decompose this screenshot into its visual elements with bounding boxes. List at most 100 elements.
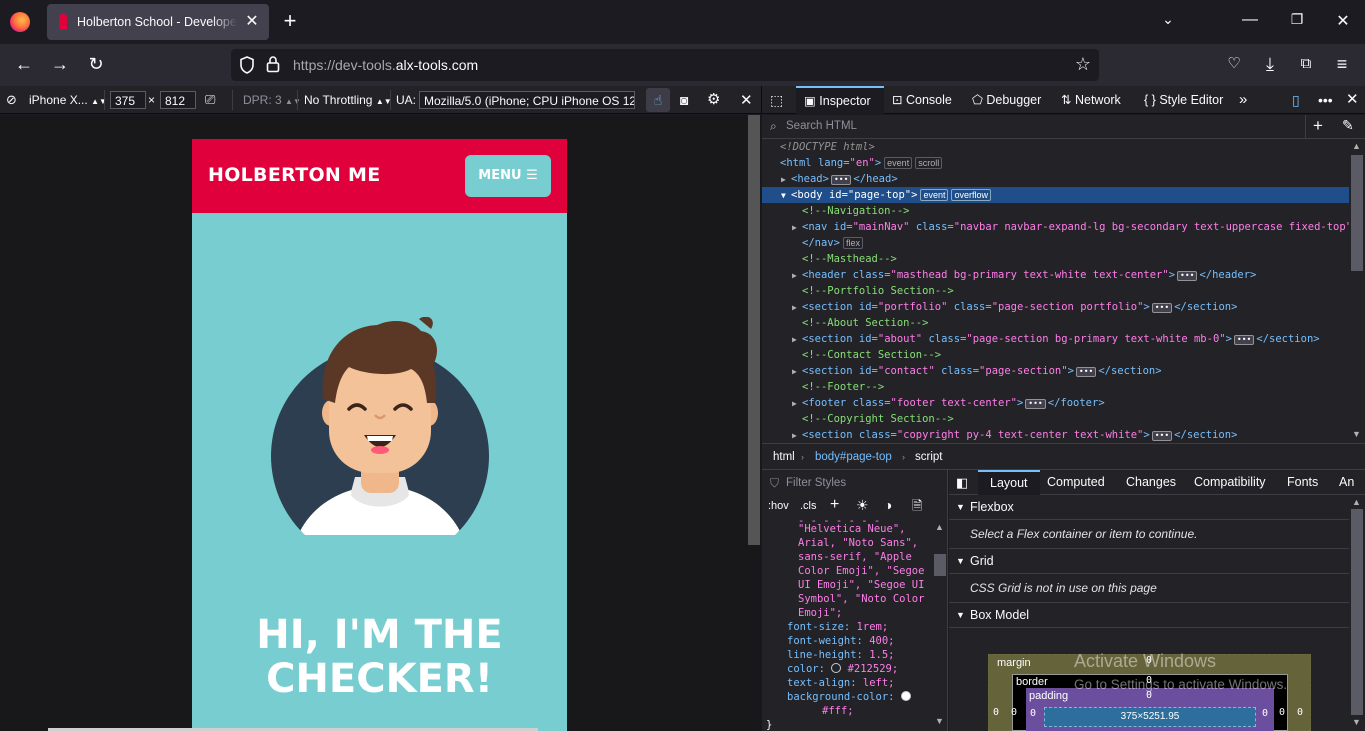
markup-line[interactable]: <!--Footer--> bbox=[762, 379, 1349, 395]
close-icon[interactable]: ✕ bbox=[740, 91, 753, 109]
bookmark-star-icon[interactable]: ☆ bbox=[1075, 54, 1091, 75]
back-arrow-icon[interactable]: ← bbox=[12, 54, 36, 74]
markup-line[interactable]: ▶ <header class="masthead bg-primary text… bbox=[762, 267, 1349, 283]
rule-value-line[interactable]: Emoji"; bbox=[798, 606, 842, 620]
expand-twisty-icon[interactable]: ▶ bbox=[792, 220, 802, 236]
forward-arrow-icon[interactable]: → bbox=[48, 54, 72, 74]
firefox-logo-icon[interactable] bbox=[10, 12, 30, 32]
lock-icon[interactable] bbox=[266, 55, 280, 73]
hover-states-toggle[interactable]: :hov bbox=[768, 500, 789, 512]
rotate-viewport-icon[interactable]: ⎚ bbox=[205, 91, 215, 109]
expand-twisty-icon[interactable]: ▶ bbox=[792, 396, 802, 412]
expand-twisty-icon[interactable]: ▶ bbox=[792, 300, 802, 316]
box-model-padding[interactable]: padding 0 0 0 375×5251.95 bbox=[1026, 688, 1274, 731]
expand-twisty-icon[interactable]: ▶ bbox=[792, 332, 802, 348]
rule-declaration[interactable]: background-color: bbox=[787, 690, 911, 704]
settings-gear-icon[interactable]: ⚙ bbox=[707, 91, 720, 109]
pocket-icon[interactable]: ♡ bbox=[1222, 54, 1246, 74]
light-scheme-icon[interactable]: ☀ bbox=[856, 497, 869, 514]
url-text[interactable]: https://dev-tools.alx-tools.com bbox=[293, 57, 478, 73]
tab-compatibility[interactable]: Compatibility bbox=[1194, 470, 1266, 495]
tab-close-icon[interactable]: ✕ bbox=[243, 13, 261, 31]
tab-computed[interactable]: Computed bbox=[1047, 470, 1105, 495]
search-html-input[interactable]: Search HTML bbox=[786, 120, 857, 132]
responsive-mode-icon[interactable]: ▯ bbox=[1292, 86, 1300, 114]
padding-left-value[interactable]: 0 bbox=[1030, 708, 1036, 719]
color-swatch[interactable] bbox=[900, 691, 911, 701]
list-all-tabs-icon[interactable]: ⌄ bbox=[1158, 11, 1178, 28]
classes-toggle[interactable]: .cls bbox=[800, 500, 817, 512]
rule-value-line[interactable]: Color Emoji", "Segoe bbox=[798, 564, 924, 578]
border-left-value[interactable]: 0 bbox=[1011, 707, 1017, 718]
rule-declaration[interactable]: font-size: 1rem; bbox=[787, 620, 888, 634]
scroll-badge[interactable]: scroll bbox=[915, 157, 943, 169]
add-rule-icon[interactable]: + bbox=[830, 496, 839, 514]
markup-line[interactable]: <!--Contact Section--> bbox=[762, 347, 1349, 363]
tab-layout[interactable]: Layout bbox=[978, 470, 1040, 495]
throttling-selector[interactable]: No Throttling ▲▼ bbox=[304, 91, 392, 109]
expand-twisty-icon[interactable]: ▶ bbox=[792, 364, 802, 380]
rule-value-line[interactable]: sans-serif, "Apple bbox=[798, 550, 912, 564]
user-agent-input[interactable]: Mozilla/5.0 (iPhone; CPU iPhone OS 12_ bbox=[419, 91, 635, 109]
url-bar[interactable]: https://dev-tools.alx-tools.com ☆ bbox=[231, 49, 1099, 81]
extensions-icon[interactable]: ⧉ bbox=[1294, 54, 1318, 74]
viewport-height-input[interactable]: 812 bbox=[160, 91, 196, 109]
close-devtools-icon[interactable]: ✕ bbox=[1346, 86, 1359, 114]
markup-line[interactable]: ▶ <section class="copyright py-4 text-cen… bbox=[762, 427, 1349, 443]
tab-animations[interactable]: An bbox=[1339, 470, 1354, 495]
scroll-up-icon[interactable]: ▲ bbox=[1352, 141, 1361, 151]
markup-line[interactable]: <!--Navigation--> bbox=[762, 203, 1349, 219]
grid-section-header[interactable]: ▼ Grid bbox=[949, 549, 1349, 574]
rule-declaration[interactable]: font-weight: 400; bbox=[787, 634, 894, 648]
rule-declaration[interactable]: text-align: left; bbox=[787, 676, 894, 690]
rule-value-line[interactable]: Symbol", "Noto Color bbox=[798, 592, 924, 606]
tab-network[interactable]: ⇅ Network bbox=[1061, 86, 1121, 114]
markup-line-selected[interactable]: ▼ <body id="page-top"> event overflow bbox=[762, 187, 1349, 203]
markup-line[interactable]: <!--Masthead--> bbox=[762, 251, 1349, 267]
breadcrumb-item[interactable]: html bbox=[773, 451, 795, 463]
close-rdm-button[interactable]: ✕ bbox=[736, 86, 762, 114]
rules-scrollbar[interactable]: ▲ ▼ bbox=[932, 520, 948, 731]
site-brand[interactable]: HOLBERTON ME bbox=[208, 164, 381, 186]
collapsed-dots-icon[interactable]: ••• bbox=[1025, 399, 1046, 409]
more-tabs-icon[interactable]: » bbox=[1239, 86, 1247, 114]
tab-inspector[interactable]: ▣ Inspector bbox=[796, 86, 884, 114]
scroll-down-icon[interactable]: ▼ bbox=[935, 716, 944, 726]
print-media-icon[interactable]: 🗎 bbox=[912, 497, 922, 519]
tab-style-editor[interactable]: { } Style Editor bbox=[1144, 86, 1223, 114]
collapsed-dots-icon[interactable]: ••• bbox=[1151, 431, 1173, 441]
filter-styles-input[interactable]: Filter Styles bbox=[786, 477, 846, 489]
rule-declaration[interactable]: color: #212529; bbox=[787, 662, 898, 676]
overflow-badge[interactable]: overflow bbox=[951, 189, 991, 201]
scroll-down-icon[interactable]: ▼ bbox=[1352, 429, 1361, 439]
rule-value-line[interactable]: #fff; bbox=[822, 704, 854, 718]
rule-declaration[interactable]: line-height: 1.5; bbox=[787, 648, 894, 662]
box-model-content-size[interactable]: 375×5251.95 bbox=[1044, 707, 1256, 727]
more-options-icon[interactable]: ••• bbox=[1318, 86, 1333, 114]
flexbox-section-header[interactable]: ▼ Flexbox bbox=[949, 495, 1349, 520]
close-window-icon[interactable]: ✕ bbox=[1333, 11, 1353, 31]
event-badge[interactable]: event bbox=[920, 189, 949, 201]
scroll-down-icon[interactable]: ▼ bbox=[1352, 717, 1361, 727]
breadcrumb-item[interactable]: body#page-top bbox=[815, 451, 892, 463]
markup-line[interactable]: <!--About Section--> bbox=[762, 315, 1349, 331]
markup-line[interactable]: ▶ <section id="about" class="page-section… bbox=[762, 331, 1349, 347]
margin-right-value[interactable]: 0 bbox=[1297, 707, 1303, 718]
collapsed-dots-icon[interactable]: ••• bbox=[1075, 367, 1097, 377]
tab-console[interactable]: ⊡ Console bbox=[892, 86, 952, 114]
collapsed-dots-icon[interactable]: ••• bbox=[830, 175, 852, 185]
markup-line[interactable]: <!--Portfolio Section--> bbox=[762, 283, 1349, 299]
event-badge[interactable]: event bbox=[884, 157, 913, 169]
markup-line[interactable]: <html lang="en"> event scroll bbox=[762, 155, 1349, 171]
downloads-icon[interactable]: ⤓ bbox=[1258, 54, 1282, 74]
markup-scrollbar[interactable]: ▲ ▼ bbox=[1349, 139, 1365, 443]
collapse-twisty-icon[interactable]: ▼ bbox=[781, 188, 791, 204]
box-model-section-header[interactable]: ▼ Box Model bbox=[949, 603, 1349, 628]
element-picker-icon[interactable]: ⬚ bbox=[770, 86, 783, 114]
viewport-width-input[interactable]: 375 bbox=[110, 91, 146, 109]
rule-value-line[interactable]: "Helvetica Neue", bbox=[798, 522, 905, 536]
tab-fonts[interactable]: Fonts bbox=[1287, 470, 1318, 495]
touch-simulation-icon[interactable]: ☝ bbox=[646, 88, 670, 112]
breadcrumb-item[interactable]: script bbox=[915, 451, 942, 463]
color-swatch[interactable] bbox=[831, 663, 842, 673]
